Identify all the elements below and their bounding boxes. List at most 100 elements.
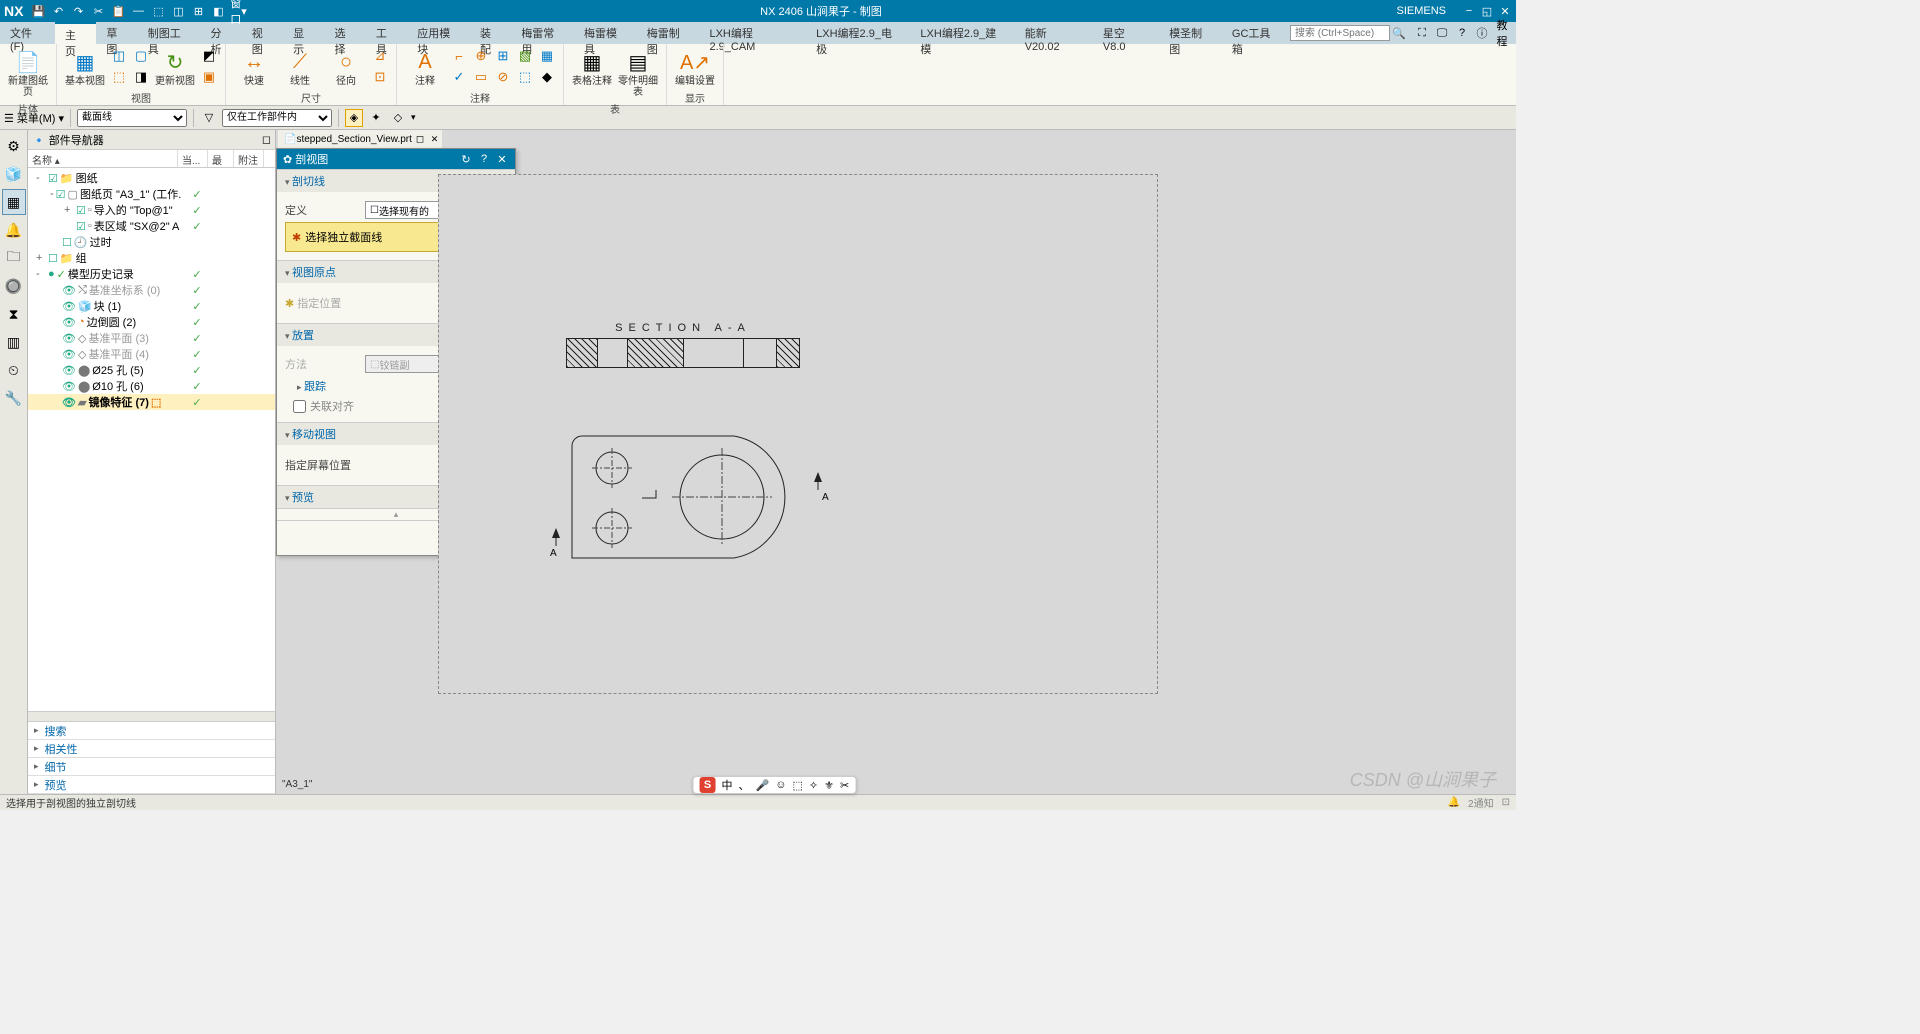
note-button[interactable]: A注释 — [403, 46, 447, 89]
view-small-button[interactable]: ▣ — [199, 67, 219, 87]
command-search-input[interactable] — [1290, 25, 1390, 41]
tree-row[interactable]: -☑▢图纸页 "A3_1" (工作...✓ — [28, 186, 275, 202]
ime-emoji-icon[interactable]: ☺ — [775, 779, 786, 791]
notif-icon[interactable]: 🔔 — [1448, 797, 1460, 808]
tab-ml-mold[interactable]: 梅雷模具 — [574, 22, 637, 44]
quick-dim-button[interactable]: ↔快速 — [232, 46, 276, 89]
help-icon[interactable]: 🖵 — [1434, 27, 1450, 40]
tab-nx-v20[interactable]: 能新 V20.02 — [1015, 22, 1093, 44]
tree-row[interactable]: 👁◇基准平面 (3)✓ — [28, 330, 275, 346]
rail-circle-icon[interactable]: 🔘 — [2, 273, 26, 299]
tab-drafting-tools[interactable]: 制图工具 — [138, 22, 201, 44]
tab-select[interactable]: 选择 — [325, 22, 366, 44]
qat-icon[interactable]: ◫ — [171, 4, 185, 18]
file-tab[interactable]: 📄 stepped_Section_View.prt ◻✕ — [278, 130, 442, 148]
tab-lxh-electrode[interactable]: LXH编程2.9_电极 — [806, 22, 910, 44]
tree-row[interactable]: +☑▫导入的 "Top@1"✓ — [28, 202, 275, 218]
rail-tools-icon[interactable]: 🔧 — [2, 385, 26, 411]
tab-assembly[interactable]: 装配 — [470, 22, 511, 44]
ann-button[interactable]: ▦ — [537, 46, 557, 66]
filter-icon[interactable]: ▽ — [200, 109, 218, 127]
tab-tools[interactable]: 工具 — [366, 22, 407, 44]
rail-folder-icon[interactable]: 🗀 — [2, 245, 26, 271]
nav-tree[interactable]: -☑📁图纸-☑▢图纸页 "A3_1" (工作...✓+☑▫导入的 "Top@1"… — [28, 168, 275, 711]
rail-history-icon[interactable]: ⏲ — [2, 357, 26, 383]
scope-filter-select[interactable]: 仅在工作部件内 — [222, 109, 332, 127]
tree-row[interactable]: 👁⤭基准坐标系 (0)✓ — [28, 282, 275, 298]
tree-row[interactable]: 👁▰镜像特征 (7)⬚✓ — [28, 394, 275, 410]
ann-button[interactable]: ⊘ — [493, 67, 513, 87]
sel-icon[interactable]: ◈ — [345, 109, 363, 127]
ann-button[interactable]: ◆ — [537, 67, 557, 87]
qat-undo-icon[interactable]: ↶ — [51, 4, 65, 18]
table-note-button[interactable]: ▦表格注释 — [570, 46, 614, 89]
rail-compass-icon[interactable]: ⧗ — [2, 301, 26, 327]
tree-row[interactable]: 👁◔边倒圆 (2)✓ — [28, 314, 275, 330]
acc-preview[interactable]: 预览 — [28, 776, 275, 794]
tab-lxh-modeling[interactable]: LXH编程2.9_建模 — [910, 22, 1014, 44]
search-icon[interactable]: 🔍 — [1390, 27, 1408, 40]
rail-navigator-icon[interactable]: ▦ — [2, 189, 26, 215]
sel-icon[interactable]: ✦ — [367, 109, 385, 127]
close-button[interactable]: ✕ — [1498, 5, 1512, 18]
tab-application[interactable]: 应用模块 — [407, 22, 470, 44]
tutorial-link[interactable]: 教程 — [1494, 17, 1510, 49]
tab-display[interactable]: 显示 — [283, 22, 324, 44]
dim-small-button[interactable]: ⊿ — [370, 46, 390, 66]
dlg-close-icon[interactable]: ✕ — [495, 153, 509, 166]
ime-lang[interactable]: 中 — [722, 777, 733, 793]
ann-button[interactable]: ▧ — [515, 46, 535, 66]
scrollbar[interactable] — [28, 711, 275, 721]
tree-row[interactable]: +☐📁组 — [28, 250, 275, 266]
graphics-window[interactable]: 📄 stepped_Section_View.prt ◻✕ ✿ 剖视图 ↻?✕ … — [276, 130, 1516, 794]
view-small-button[interactable]: ⬚ — [109, 67, 129, 87]
ann-button[interactable]: ⌐ — [449, 46, 469, 66]
tab-sketch[interactable]: 草图 — [96, 22, 137, 44]
acc-dependency[interactable]: 相关性 — [28, 740, 275, 758]
qat-redo-icon[interactable]: ↷ — [71, 4, 85, 18]
ime-box-icon[interactable]: ⬚ — [792, 779, 802, 792]
parts-list-button[interactable]: ▤零件明细表 — [616, 46, 660, 100]
ime-mic-icon[interactable]: 🎤 — [756, 779, 770, 792]
view-small-button[interactable]: ▢ — [131, 46, 151, 66]
tree-row[interactable]: 👁⬤Ø25 孔 (5)✓ — [28, 362, 275, 378]
tree-row[interactable]: 👁⬤Ø10 孔 (6)✓ — [28, 378, 275, 394]
ime-toolbar[interactable]: S 中 、 🎤 ☺ ⬚ ✧ ⚜ ✂ — [693, 776, 857, 794]
ime-punct[interactable]: 、 — [739, 777, 750, 793]
tab-close-icon[interactable]: ◻ — [416, 134, 424, 145]
base-view-button[interactable]: ▦基本视图 — [63, 46, 107, 89]
radial-dim-button[interactable]: ○径向 — [324, 46, 368, 89]
view-small-button[interactable]: ◫ — [109, 46, 129, 66]
question-icon[interactable]: ? — [1454, 27, 1470, 39]
restore-button[interactable]: ◱ — [1480, 5, 1494, 18]
close-icon[interactable]: ✕ — [431, 134, 439, 145]
ann-button[interactable]: ⊕ — [471, 46, 491, 66]
tab-ml-draft[interactable]: 梅雷制图 — [637, 22, 700, 44]
acc-search[interactable]: 搜索 — [28, 722, 275, 740]
tab-lxh-cam[interactable]: LXH编程2.9_CAM — [699, 22, 806, 44]
ime-star-icon[interactable]: ✧ — [809, 779, 818, 792]
rail-bell-icon[interactable]: 🔔 — [2, 217, 26, 243]
tree-row[interactable]: -●✓模型历史记录✓ — [28, 266, 275, 282]
qat-icon[interactable]: ⊞ — [191, 4, 205, 18]
tree-row[interactable]: 👁◇基准平面 (4)✓ — [28, 346, 275, 362]
tab-ml-common[interactable]: 梅雷常用 — [511, 22, 574, 44]
tree-row[interactable]: 👁🧊块 (1)✓ — [28, 298, 275, 314]
tab-view[interactable]: 视图 — [242, 22, 283, 44]
col-notes[interactable]: 附注 — [234, 150, 264, 167]
view-small-button[interactable]: ◨ — [131, 67, 151, 87]
edit-settings-button[interactable]: A↗编辑设置 — [673, 46, 717, 89]
tab-xk-v8[interactable]: 星空 V8.0 — [1093, 22, 1159, 44]
ime-flower-icon[interactable]: ⚜ — [824, 779, 834, 792]
qat-cut-icon[interactable]: ✂ — [91, 4, 105, 18]
dim-small-button[interactable]: ⊡ — [370, 67, 390, 87]
pin-icon[interactable]: ◻ — [262, 133, 271, 146]
type-filter-select[interactable]: 截面线 — [77, 109, 187, 127]
minimize-button[interactable]: − — [1462, 5, 1476, 18]
dlg-refresh-icon[interactable]: ↻ — [459, 153, 473, 166]
view-small-button[interactable]: ◩ — [199, 46, 219, 66]
qat-icon[interactable]: ◧ — [211, 4, 225, 18]
ann-button[interactable]: ⬚ — [515, 67, 535, 87]
info-icon[interactable]: ⓘ — [1474, 25, 1490, 41]
tab-file[interactable]: 文件(F) — [0, 22, 55, 44]
